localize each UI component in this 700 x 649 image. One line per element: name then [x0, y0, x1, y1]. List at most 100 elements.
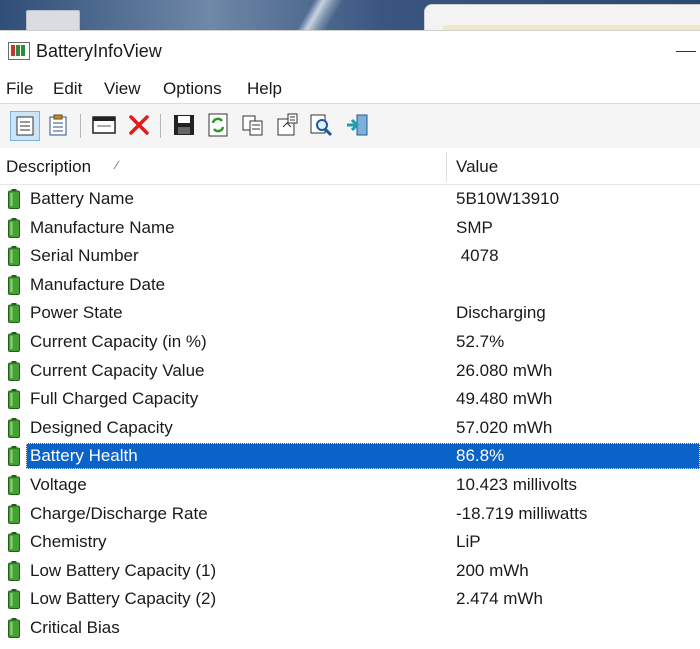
list-item[interactable]: Manufacture Name SMP — [0, 214, 700, 243]
refresh-button[interactable] — [205, 112, 231, 138]
row-description: Power State — [30, 303, 123, 323]
sort-arrow-icon: ∕ — [116, 158, 119, 172]
column-divider[interactable] — [446, 152, 447, 182]
row-value: 5B10W13910 — [456, 189, 560, 208]
list-item[interactable]: Charge/Discharge Rate -18.719 milliwatts — [0, 500, 700, 529]
copy-icon — [242, 115, 263, 136]
row-description: Full Charged Capacity — [30, 389, 199, 409]
battery-icon — [8, 532, 20, 553]
row-value: 4078 — [456, 246, 499, 266]
row-description: Critical Bias — [30, 617, 120, 637]
battery-icon — [8, 360, 20, 381]
column-header-value[interactable]: Value — [456, 157, 498, 177]
battery-icon — [8, 217, 20, 238]
column-header-description[interactable]: Description — [6, 157, 91, 177]
list-item[interactable]: Low Battery Capacity (1) 200 mWh — [0, 557, 700, 586]
exit-button[interactable] — [344, 112, 370, 138]
list-item[interactable]: Serial Number 4078 — [0, 242, 700, 271]
toolbar-separator — [80, 114, 81, 138]
row-description: Designed Capacity — [30, 417, 173, 437]
view-properties-button[interactable] — [45, 112, 71, 138]
delete-button[interactable] — [126, 112, 152, 138]
battery-icon — [8, 246, 20, 267]
menu-edit[interactable]: Edit — [53, 79, 82, 99]
row-value: 200 mWh — [456, 560, 529, 580]
list-item[interactable]: Full Charged Capacity 49.480 mWh — [0, 385, 700, 414]
window-button[interactable] — [91, 112, 117, 138]
row-description: Battery Name — [30, 189, 134, 208]
row-description: Chemistry — [30, 532, 107, 552]
list-rows: Battery Name 5B10W13910 Manufacture Name SM… — [0, 185, 700, 643]
list-item[interactable]: Chemistry LiP — [0, 528, 700, 557]
wallpaper-detail — [280, 0, 360, 30]
battery-icon — [8, 331, 20, 352]
battery-icon — [8, 274, 20, 295]
copy-button[interactable] — [240, 112, 266, 138]
list-item[interactable]: Current Capacity (in %) 52.7% — [0, 328, 700, 357]
toolbar-separator — [160, 114, 161, 138]
row-description: Current Capacity (in %) — [30, 331, 207, 351]
row-value: -18.719 milliwatts — [456, 503, 588, 523]
menu-view[interactable]: View — [104, 79, 141, 99]
row-value: SMP — [456, 217, 493, 237]
row-value: 86.8% — [456, 446, 505, 466]
row-value: 10.423 millivolts — [456, 474, 577, 494]
save-button[interactable] — [171, 112, 197, 138]
row-value: 2.474 mWh — [456, 589, 543, 609]
row-value: 57.020 mWh — [456, 417, 553, 437]
desktop-item — [26, 10, 80, 30]
battery-icon — [8, 560, 20, 581]
row-value: 26.080 mWh — [456, 360, 553, 380]
list-item[interactable]: Current Capacity Value 26.080 mWh — [0, 357, 700, 386]
view-list-button[interactable] — [10, 111, 40, 141]
app-window: BatteryInfoView File Edit View Options H… — [0, 30, 700, 649]
battery-info-list[interactable]: Description ∕ Value Battery Name 5B10W139… — [0, 148, 700, 649]
row-description: Battery Health — [30, 446, 138, 466]
row-value: 49.480 mWh — [456, 389, 553, 409]
menu-options[interactable]: Options — [163, 79, 222, 99]
battery-icon — [8, 474, 20, 495]
window-icon — [92, 116, 116, 134]
refresh-icon — [208, 113, 228, 137]
row-description: Low Battery Capacity (1) — [30, 560, 217, 580]
minimize-button[interactable] — [676, 51, 696, 52]
battery-icon — [8, 589, 20, 610]
desktop-background — [0, 0, 700, 30]
list-item[interactable]: Low Battery Capacity (2) 2.474 mWh — [0, 585, 700, 614]
list-item[interactable]: Battery Health 86.8% — [0, 442, 700, 471]
properties-button[interactable] — [274, 112, 300, 138]
title-bar[interactable]: BatteryInfoView — [0, 31, 700, 73]
view-list-icon — [16, 116, 34, 136]
battery-icon — [8, 446, 20, 467]
battery-icon — [8, 303, 20, 324]
delete-x-icon — [129, 115, 149, 135]
row-value: Discharging — [456, 303, 546, 323]
list-item[interactable]: Voltage 10.423 millivolts — [0, 471, 700, 500]
battery-icon — [8, 417, 20, 438]
list-item[interactable]: Designed Capacity 57.020 mWh — [0, 414, 700, 443]
battery-icon — [8, 189, 20, 209]
find-button[interactable] — [308, 112, 334, 138]
list-item[interactable]: Battery Name 5B10W13910 — [0, 185, 700, 214]
menu-file[interactable]: File — [6, 79, 33, 99]
menu-help[interactable]: Help — [247, 79, 282, 99]
battery-icon — [8, 617, 20, 638]
exit-icon — [347, 114, 368, 136]
row-description: Charge/Discharge Rate — [30, 503, 208, 523]
row-value: 52.7% — [456, 331, 505, 351]
save-disk-icon — [174, 115, 194, 135]
view-properties-icon — [49, 114, 67, 136]
app-icon — [8, 42, 30, 60]
background-window — [424, 4, 700, 30]
battery-icon — [8, 503, 20, 524]
list-header: Description ∕ Value — [0, 148, 700, 185]
row-description: Manufacture Name — [30, 217, 175, 237]
row-description: Manufacture Date — [30, 274, 166, 294]
menu-bar: File Edit View Options Help — [0, 73, 700, 103]
list-item[interactable]: Critical Bias — [0, 614, 700, 643]
find-icon — [310, 114, 333, 137]
list-item[interactable]: Power State Discharging — [0, 299, 700, 328]
list-item[interactable]: Manufacture Date — [0, 271, 700, 300]
toolbar — [0, 103, 700, 149]
row-description: Serial Number — [30, 246, 139, 266]
